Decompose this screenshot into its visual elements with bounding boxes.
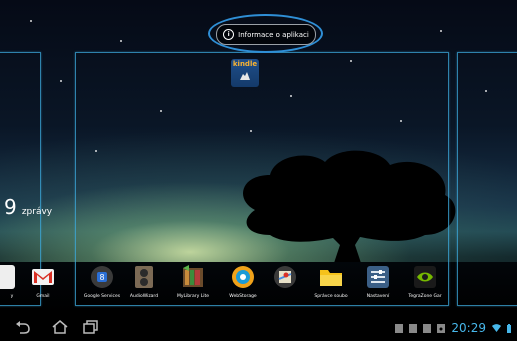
kindle-label: kindle: [232, 60, 258, 68]
status-time: 20:29: [451, 321, 486, 335]
home-icon[interactable]: [51, 319, 69, 335]
info-icon: i: [223, 29, 235, 40]
app-info-label: Informace o aplikaci: [238, 30, 309, 39]
dock-app-label: Gmail: [36, 294, 50, 299]
status-area[interactable]: 20:29: [395, 321, 511, 335]
home-screen: i Informace o aplikaci kindle 9 zprávy y…: [0, 0, 517, 341]
kindle-app-icon[interactable]: kindle: [231, 59, 259, 87]
dock-app-label: Nastavení: [366, 294, 390, 299]
app-dock: y Gmail 8 Google Services AudioWizard My…: [0, 265, 517, 307]
message-count: 9: [4, 195, 17, 219]
dock-app-audiowizard[interactable]: AudioWizard: [119, 265, 169, 299]
star: [120, 40, 122, 42]
google-services-icon: 8: [91, 266, 113, 288]
lock-icon: [423, 323, 432, 333]
system-navigation-bar: 20:29: [0, 313, 517, 341]
star: [440, 30, 442, 32]
messages-widget[interactable]: 9 zprávy: [4, 197, 52, 218]
dock-app-settings[interactable]: Nastavení: [353, 265, 403, 299]
dock-app-label: MyLibrary Lite: [176, 294, 209, 299]
star: [60, 80, 62, 82]
dock-app-file-manager[interactable]: Správce soubo: [306, 265, 356, 299]
partial-app-icon: [0, 265, 15, 289]
dock-app-gmail[interactable]: Gmail: [18, 265, 68, 299]
dock-app-mylibrary[interactable]: MyLibrary Lite: [168, 265, 218, 299]
settings-icon: [367, 266, 389, 288]
reader-figure-icon: [240, 72, 250, 80]
dock-app-label: TegraZone Gar: [408, 294, 442, 299]
back-icon[interactable]: [14, 319, 32, 335]
dock-app-label: y: [10, 294, 14, 299]
file-manager-icon: [320, 270, 342, 286]
star: [30, 20, 32, 22]
webstorage-icon: [232, 266, 254, 288]
svg-text:8: 8: [99, 273, 104, 282]
app-info-button[interactable]: i Informace o aplikaci: [216, 24, 316, 45]
dock-app-maps[interactable]: [260, 265, 310, 294]
tegrazone-icon: [414, 266, 436, 288]
gmail-icon: [32, 269, 54, 285]
dock-app-label: Google Services: [83, 294, 121, 299]
sd-card-icon: [395, 323, 404, 333]
camera-icon: [437, 323, 446, 333]
audiowizard-icon: [135, 266, 153, 288]
screenshot-icon: [409, 323, 418, 333]
battery-icon: [507, 323, 511, 333]
dock-app-tegrazone[interactable]: TegraZone Gar: [400, 265, 450, 299]
dock-app-label: AudioWizard: [129, 294, 159, 299]
message-unit: zprávy: [21, 207, 53, 217]
dock-app-label: WebStorage: [229, 294, 257, 299]
wifi-icon: [492, 324, 501, 332]
recent-apps-icon[interactable]: [82, 319, 100, 335]
maps-icon: [274, 266, 296, 288]
mylibrary-icon: [183, 265, 203, 287]
dock-app-label: Správce soubo: [314, 294, 348, 299]
